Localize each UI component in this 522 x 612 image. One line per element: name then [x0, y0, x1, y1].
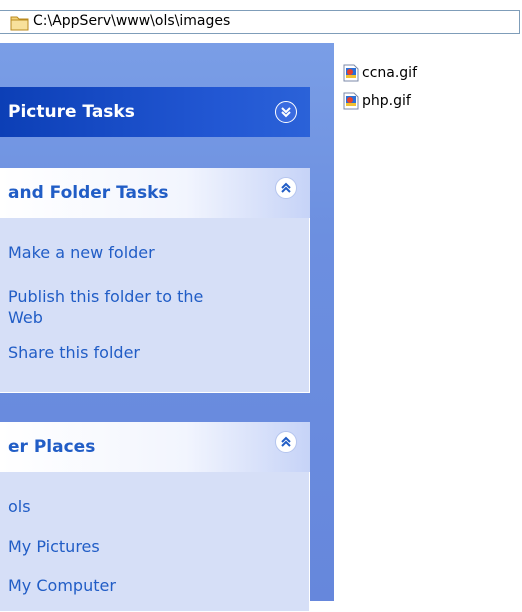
panel-body-folder-tasks: Make a new folder Publish this folder to…	[0, 218, 310, 393]
address-path: C:\AppServ\www\ols\images	[33, 13, 231, 29]
link-make-new-folder[interactable]: Make a new folder	[8, 243, 155, 263]
panel-body-other-places: ols My Pictures My Computer	[0, 472, 310, 612]
address-bar: C:\AppServ\www\ols\images	[0, 0, 522, 43]
chevron-down-icon[interactable]	[275, 101, 297, 123]
link-share-folder[interactable]: Share this folder	[8, 343, 140, 363]
panel-title-folder-tasks: and Folder Tasks	[8, 183, 169, 203]
gif-file-icon	[343, 64, 359, 82]
panel-header-picture-tasks[interactable]: Picture Tasks	[0, 87, 310, 137]
file-name: php.gif	[362, 93, 411, 109]
chevron-up-icon[interactable]	[275, 431, 297, 453]
panel-title-picture-tasks: Picture Tasks	[8, 102, 135, 122]
panel-header-other-places[interactable]: er Places	[0, 422, 310, 472]
link-publish-folder[interactable]: Publish this folder to the	[8, 287, 203, 307]
address-field[interactable]: C:\AppServ\www\ols\images	[0, 10, 520, 34]
panel-header-folder-tasks[interactable]: and Folder Tasks	[0, 168, 310, 218]
link-my-computer[interactable]: My Computer	[8, 576, 116, 596]
task-pane: Picture Tasks and Folder Tasks Make a ne…	[0, 43, 334, 612]
panel-title-other-places: er Places	[8, 437, 96, 457]
link-my-pictures[interactable]: My Pictures	[8, 537, 100, 557]
gif-file-icon	[343, 92, 359, 110]
link-ols[interactable]: ols	[8, 497, 31, 517]
file-name: ccna.gif	[362, 65, 418, 81]
folder-icon	[10, 14, 30, 36]
chevron-up-icon[interactable]	[275, 177, 297, 199]
link-publish-folder-web[interactable]: Web	[8, 308, 43, 328]
list-item[interactable]: php.gif	[343, 90, 411, 112]
list-item[interactable]: ccna.gif	[343, 62, 417, 84]
